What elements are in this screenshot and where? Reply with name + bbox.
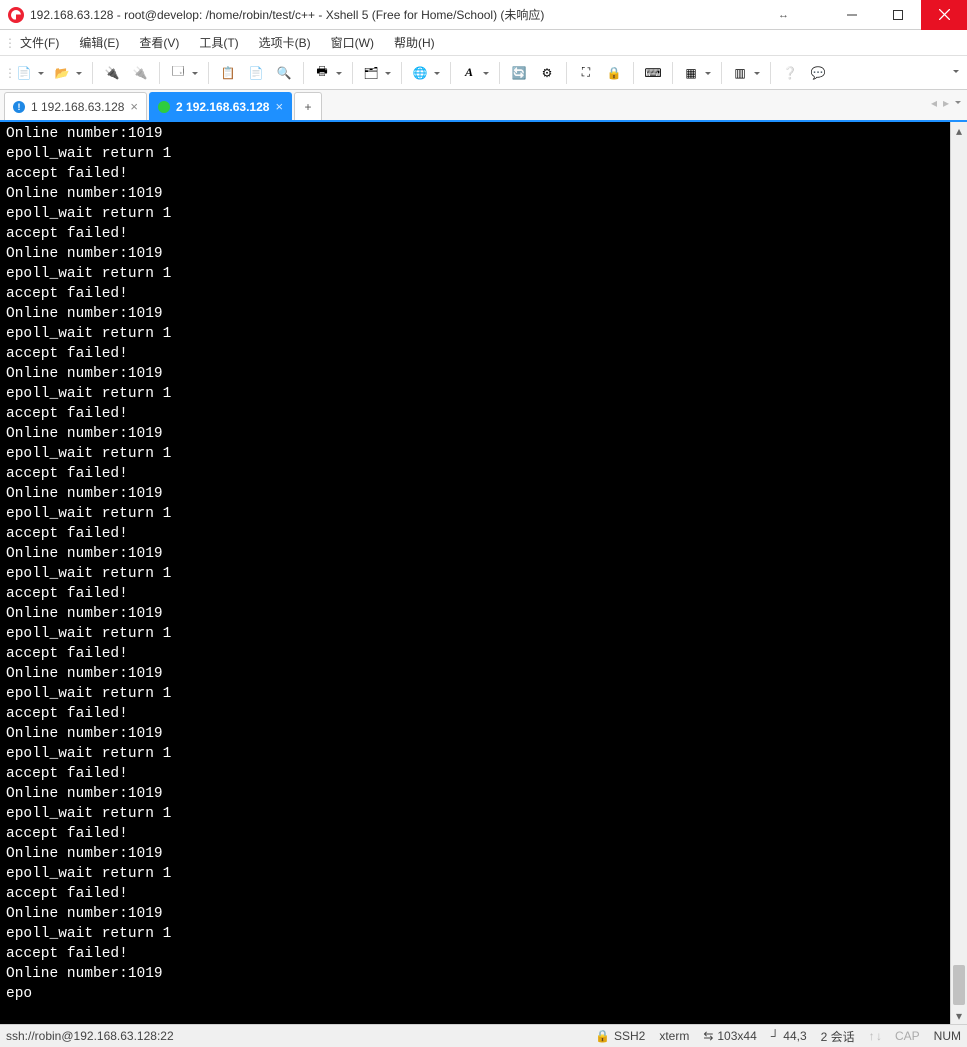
menu-file[interactable]: 文件(F) bbox=[10, 30, 69, 55]
menu-edit[interactable]: 编辑(E) bbox=[69, 30, 129, 55]
help-button[interactable]: ❔ bbox=[777, 60, 803, 86]
scroll-down-button[interactable]: ▾ bbox=[951, 1007, 967, 1024]
menu-window[interactable]: 窗口(W) bbox=[321, 30, 384, 55]
window-title: 192.168.63.128 - root@develop: /home/rob… bbox=[30, 6, 544, 23]
status-connected-icon bbox=[158, 101, 170, 113]
keyboard-button[interactable]: ⌨ bbox=[640, 60, 666, 86]
status-protocol: 🔒 SSH2 bbox=[595, 1029, 645, 1043]
toolbar-grip[interactable]: ⋮ bbox=[4, 66, 10, 80]
status-cap: CAP bbox=[895, 1029, 920, 1043]
status-bar: ssh://robin@192.168.63.128:22 🔒 SSH2 xte… bbox=[0, 1024, 967, 1047]
xftp-button[interactable]: 🔄 bbox=[506, 60, 532, 86]
open-folder-icon: 📂 bbox=[54, 65, 70, 81]
toolbar-overflow-button[interactable] bbox=[949, 60, 963, 86]
fullscreen-button[interactable]: ⛶ bbox=[573, 60, 599, 86]
encoding-button[interactable]: 🌐 bbox=[408, 60, 444, 86]
session-tab-1-label: 1 192.168.63.128 bbox=[31, 100, 124, 114]
status-alert-icon: ! bbox=[13, 101, 25, 113]
speech-bubble-icon: 💬 bbox=[810, 65, 826, 81]
font-icon: A bbox=[461, 65, 477, 81]
session-tab-2[interactable]: 2 192.168.63.128 × bbox=[149, 92, 292, 120]
menu-bar: ⋮ 文件(F) 编辑(E) 查看(V) 工具(T) 选项卡(B) 窗口(W) 帮… bbox=[0, 30, 967, 56]
title-bar: 192.168.63.128 - root@develop: /home/rob… bbox=[0, 0, 967, 30]
new-tab-button[interactable]: + bbox=[294, 92, 322, 120]
status-transfer-arrows: ↑ ↓ bbox=[869, 1029, 881, 1043]
lock-icon: 🔒 bbox=[595, 1029, 610, 1043]
disconnect-button[interactable]: 🔌 bbox=[127, 60, 153, 86]
copy-button[interactable]: 📋 bbox=[215, 60, 241, 86]
scroll-up-button[interactable]: ▴ bbox=[951, 122, 967, 139]
status-size: ⇆ 103x44 bbox=[703, 1029, 756, 1043]
layout-horizontal-icon: ▦ bbox=[683, 65, 699, 81]
layout-vertical-icon: ▥ bbox=[732, 65, 748, 81]
tab-list-button[interactable] bbox=[955, 96, 961, 110]
color-scheme-button[interactable]: 🗂 bbox=[359, 60, 395, 86]
status-term-type: xterm bbox=[659, 1029, 689, 1043]
status-connection: ssh://robin@192.168.63.128:22 bbox=[6, 1029, 174, 1043]
globe-icon: 🌐 bbox=[412, 65, 428, 81]
search-icon: 🔍 bbox=[276, 65, 292, 81]
open-session-button[interactable]: 📂 bbox=[50, 60, 86, 86]
minimize-button[interactable] bbox=[829, 0, 875, 30]
resize-handle-icon[interactable]: ↔ bbox=[778, 9, 789, 21]
toolbar: ⋮ 📄 📂 🔌 🔌 🗔 📋 📄 🔍 🖶 🗂 🌐 A 🔄 ⚙ ⛶ 🔒 ⌨ ▦ ▥ … bbox=[0, 56, 967, 90]
paste-icon: 📄 bbox=[248, 65, 264, 81]
menu-tools[interactable]: 工具(T) bbox=[189, 30, 248, 55]
app-icon bbox=[8, 7, 24, 23]
help-icon: ❔ bbox=[782, 65, 798, 81]
status-num: NUM bbox=[934, 1029, 961, 1043]
scroll-track[interactable] bbox=[951, 139, 967, 1007]
menu-help[interactable]: 帮助(H) bbox=[384, 30, 445, 55]
cursor-pos-icon: ┘ bbox=[771, 1029, 780, 1043]
layout-horizontal-button[interactable]: ▦ bbox=[679, 60, 715, 86]
color-scheme-icon: 🗂 bbox=[363, 65, 379, 81]
vertical-scrollbar[interactable]: ▴ ▾ bbox=[950, 122, 967, 1024]
fullscreen-icon: ⛶ bbox=[578, 65, 594, 81]
new-session-button[interactable]: 📄 bbox=[12, 60, 48, 86]
close-button[interactable] bbox=[921, 0, 967, 30]
menu-view[interactable]: 查看(V) bbox=[129, 30, 189, 55]
plug-disconnect-icon: 🔌 bbox=[132, 65, 148, 81]
status-sessions: 2 会话 bbox=[821, 1028, 855, 1045]
session-tab-2-label: 2 192.168.63.128 bbox=[176, 100, 269, 114]
properties-button[interactable]: 🗔 bbox=[166, 60, 202, 86]
xagent-icon: ⚙ bbox=[539, 65, 555, 81]
session-tab-1[interactable]: ! 1 192.168.63.128 × bbox=[4, 92, 147, 120]
font-button[interactable]: A bbox=[457, 60, 493, 86]
terminal-output[interactable]: Online number:1019 epoll_wait return 1 a… bbox=[0, 122, 950, 1024]
new-session-icon: 📄 bbox=[16, 65, 32, 81]
plug-connect-icon: 🔌 bbox=[104, 65, 120, 81]
lock-button[interactable]: 🔒 bbox=[601, 60, 627, 86]
tab-close-button[interactable]: × bbox=[130, 100, 138, 113]
session-tab-bar: ! 1 192.168.63.128 × 2 192.168.63.128 × … bbox=[0, 90, 967, 122]
print-icon: 🖶 bbox=[314, 65, 330, 81]
print-button[interactable]: 🖶 bbox=[310, 60, 346, 86]
size-icon: ⇆ bbox=[703, 1029, 713, 1043]
paste-button[interactable]: 📄 bbox=[243, 60, 269, 86]
layout-vertical-button[interactable]: ▥ bbox=[728, 60, 764, 86]
reconnect-button[interactable]: 🔌 bbox=[99, 60, 125, 86]
tab-close-button[interactable]: × bbox=[275, 100, 283, 113]
lock-icon: 🔒 bbox=[606, 65, 622, 81]
tab-scroll-left-button[interactable]: ◂ bbox=[931, 96, 937, 110]
properties-icon: 🗔 bbox=[170, 65, 186, 81]
copy-icon: 📋 bbox=[220, 65, 236, 81]
keyboard-icon: ⌨ bbox=[645, 65, 661, 81]
terminal-area: Online number:1019 epoll_wait return 1 a… bbox=[0, 122, 967, 1024]
feedback-button[interactable]: 💬 bbox=[805, 60, 831, 86]
find-button[interactable]: 🔍 bbox=[271, 60, 297, 86]
tab-scroll-right-button[interactable]: ▸ bbox=[943, 96, 949, 110]
maximize-button[interactable] bbox=[875, 0, 921, 30]
xftp-icon: 🔄 bbox=[511, 65, 527, 81]
status-cursor: ┘ 44,3 bbox=[771, 1029, 807, 1043]
plus-icon: + bbox=[305, 100, 312, 114]
xagent-button[interactable]: ⚙ bbox=[534, 60, 560, 86]
scroll-thumb[interactable] bbox=[953, 965, 965, 1005]
menu-tabs[interactable]: 选项卡(B) bbox=[249, 30, 321, 55]
